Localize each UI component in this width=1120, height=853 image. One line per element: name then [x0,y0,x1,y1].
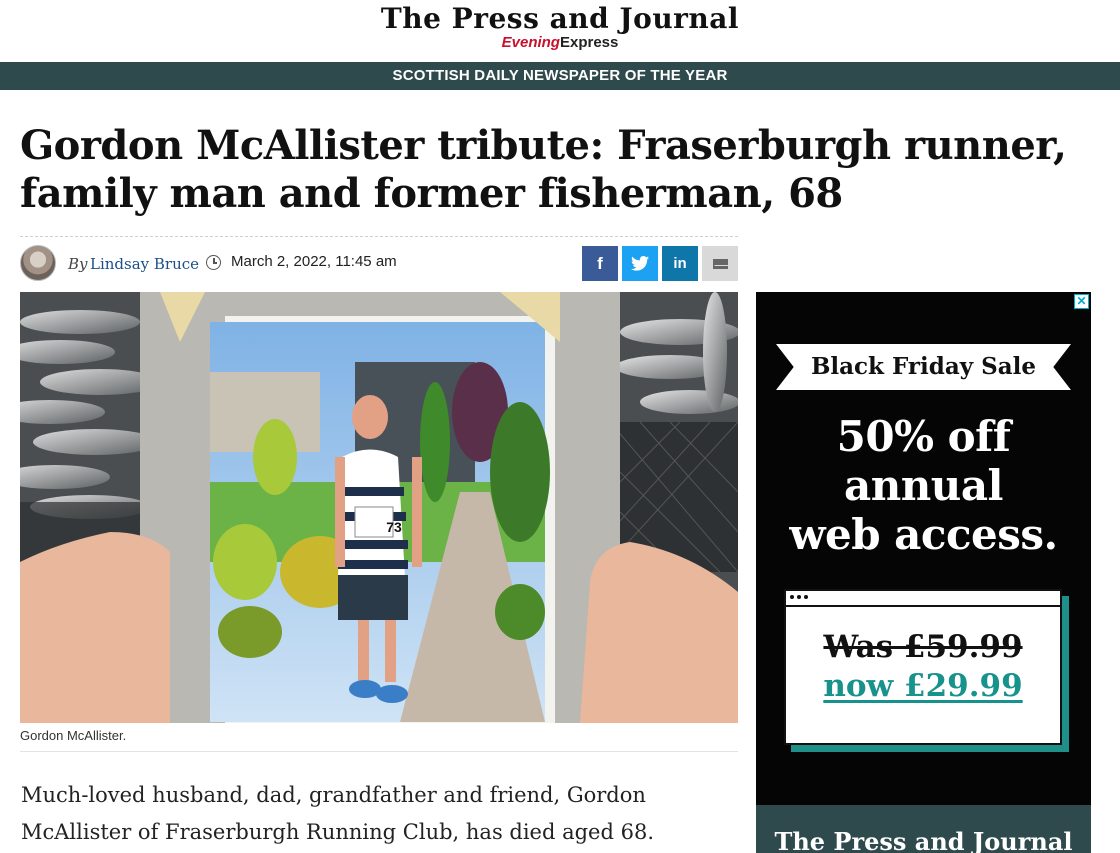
was-price: Was £59.99 [823,629,1023,665]
evening-express-logo-red: Evening [501,34,560,51]
ad-ribbon: Black Friday Sale [776,344,1071,390]
runner-bib-number: 73 [386,519,402,535]
facebook-icon: f [597,253,603,273]
press-and-journal-logo[interactable]: The Press and Journal [0,0,1120,36]
ad-footer: The Press and Journal [756,805,1091,853]
evening-express-logo-dark: Express [559,34,619,51]
hero-illustration [20,292,738,723]
linkedin-icon: in [673,255,687,272]
meta-divider [20,236,738,237]
caption-divider [20,751,738,752]
price-card[interactable]: Was £59.99 now £29.99 [784,589,1062,745]
publish-date: March 2, 2022, 11:45 am [231,253,397,270]
window-dot-2 [797,595,801,599]
evening-express-logo[interactable]: EveningExpress [0,34,1120,52]
ad-footer-logo: The Press and Journal [774,827,1073,853]
image-caption: Gordon McAllister. [20,728,127,743]
share-twitter-button[interactable] [622,246,658,281]
email-icon [712,258,729,269]
site-masthead: The Press and Journal EveningExpress [0,0,1120,62]
ad-offer: 50% off annual web access. [756,412,1091,559]
article-body-paragraph: Much-loved husband, dad, grandfather and… [21,783,655,844]
share-buttons: f in [582,246,738,281]
now-price[interactable]: now £29.99 [786,668,1060,704]
share-facebook-button[interactable]: f [582,246,618,281]
ad-offer-line-2: annual [844,461,1004,510]
article-headline: Gordon McAllister tribute: Fraserburgh r… [20,122,1067,217]
ad-offer-line-3: web access. [789,510,1058,559]
ad-close-icon[interactable]: ✕ [1074,294,1089,309]
author-avatar[interactable] [20,245,56,281]
subscription-ad[interactable]: ✕ Black Friday Sale 50% off annual web a… [756,292,1091,853]
window-dot-3 [804,595,808,599]
clock-icon [206,255,221,270]
byline-prefix: By [68,255,88,273]
share-email-button[interactable] [702,246,738,281]
twitter-icon [631,256,649,271]
ad-offer-line-1: 50% off [836,412,1011,461]
price-card-window-bar [786,591,1060,607]
share-linkedin-button[interactable]: in [662,246,698,281]
author-link[interactable]: Lindsay Bruce [90,255,199,273]
article-hero-image: 73 [20,292,738,723]
window-dot-1 [790,595,794,599]
tagline-bar: SCOTTISH DAILY NEWSPAPER OF THE YEAR [0,62,1120,90]
